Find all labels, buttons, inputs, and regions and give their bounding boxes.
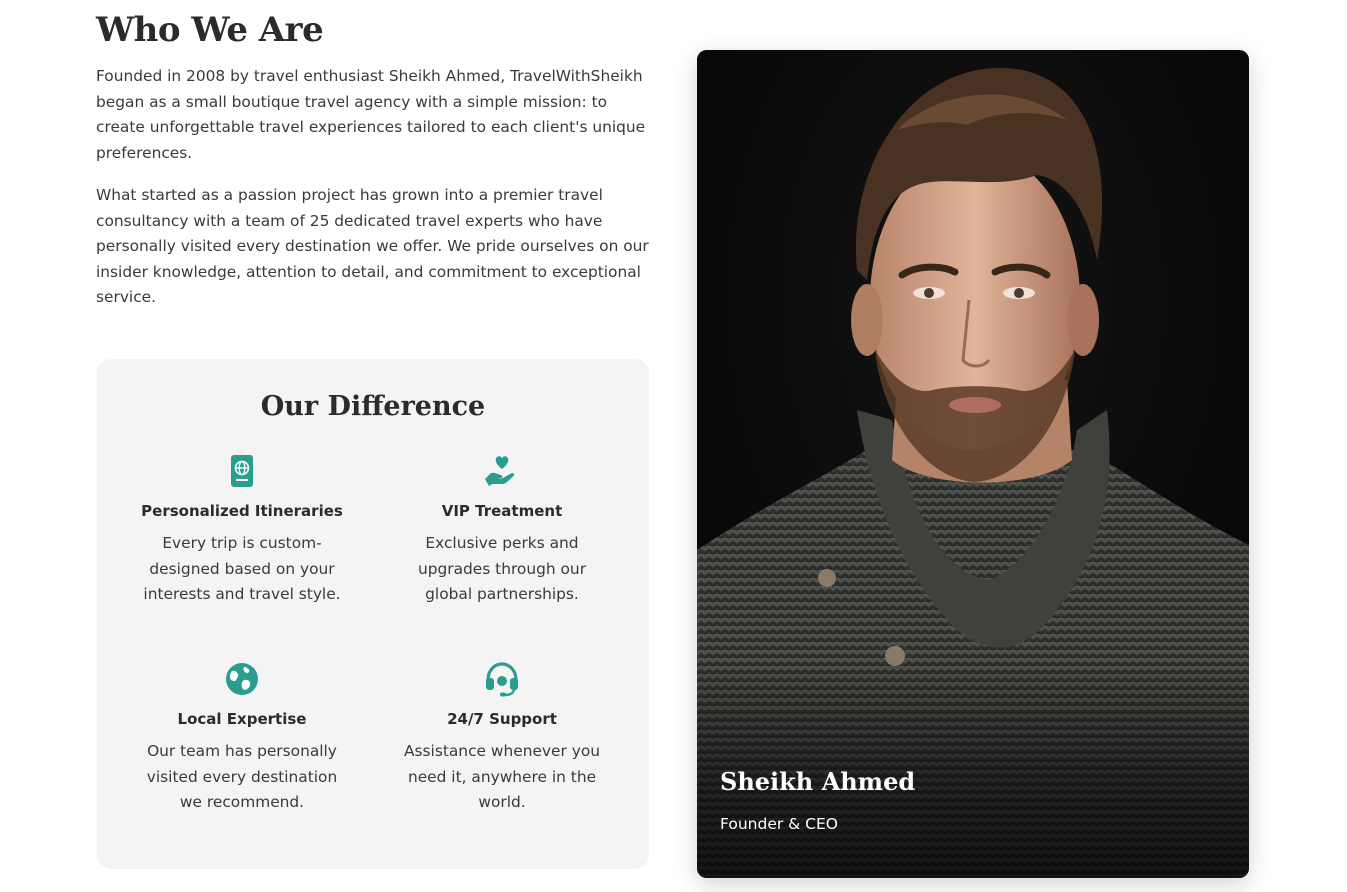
feature-description: Our team has personally visited every de… bbox=[146, 742, 338, 812]
our-difference-title: Our Difference bbox=[260, 391, 486, 422]
founder-card: Sheikh Ahmed Founder & CEO bbox=[697, 50, 1249, 878]
globe-icon bbox=[223, 660, 261, 698]
founder-name: Sheikh Ahmed bbox=[720, 767, 916, 796]
about-paragraph-1: Founded in 2008 by travel enthusiast She… bbox=[96, 67, 646, 162]
feature-title: Personalized Itineraries bbox=[141, 502, 343, 520]
feature-title: Local Expertise bbox=[177, 710, 307, 728]
our-difference-card: Our Difference Personalized Itineraries … bbox=[97, 359, 649, 869]
about-title: Who We Are bbox=[96, 10, 324, 50]
founder-role: Founder & CEO bbox=[720, 815, 838, 833]
feature-vip-treatment: VIP Treatment Exclusive perks and upgrad… bbox=[372, 452, 632, 608]
about-paragraph-2: What started as a passion project has gr… bbox=[96, 186, 649, 307]
feature-description: Assistance whenever you need it, anywher… bbox=[403, 742, 600, 812]
passport-icon bbox=[223, 452, 261, 490]
feature-title: VIP Treatment bbox=[441, 502, 563, 520]
feature-local-expertise: Local Expertise Our team has personally … bbox=[112, 660, 372, 816]
feature-title: 24/7 Support bbox=[447, 710, 557, 728]
feature-24-7-support: 24/7 Support Assistance whenever you nee… bbox=[372, 660, 632, 816]
feature-description: Exclusive perks and upgrades through our… bbox=[417, 534, 587, 604]
feature-description: Every trip is custom-designed based on y… bbox=[143, 534, 341, 604]
feature-personalized-itineraries: Personalized Itineraries Every trip is c… bbox=[112, 452, 372, 608]
headset-icon bbox=[483, 660, 521, 698]
hand-heart-icon bbox=[483, 452, 521, 490]
